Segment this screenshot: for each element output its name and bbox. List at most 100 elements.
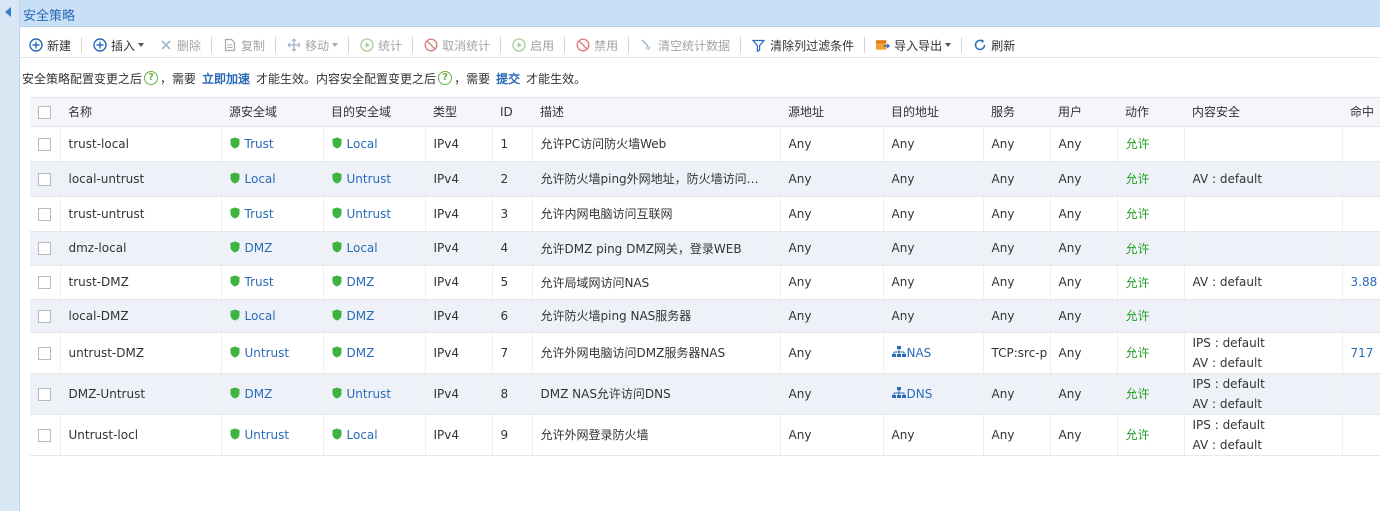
src-zone-cell[interactable]: Local	[221, 161, 324, 197]
copy-button[interactable]: 复制	[218, 34, 269, 56]
row-checkbox[interactable]	[38, 207, 51, 221]
row-select-cell[interactable]	[30, 299, 61, 333]
table-row[interactable]: trust-local Trust Local IPv4 1 允许PC访问防火墙Web An…	[30, 126, 1380, 162]
policy-id: 7	[492, 332, 533, 374]
col-src-zone-header[interactable]: 源安全域	[221, 98, 323, 127]
select-all-checkbox[interactable]	[38, 105, 51, 119]
row-checkbox[interactable]	[38, 309, 51, 323]
table-row[interactable]: local-untrust Local Untrust IPv4 2 允许防火墙ping外…	[30, 161, 1380, 197]
dst-zone-cell[interactable]: DMZ	[323, 299, 426, 333]
content-security-cell: AV : default	[1184, 265, 1343, 300]
enable-button[interactable]: 启用	[507, 34, 558, 56]
col-name-header[interactable]: 名称	[60, 98, 221, 127]
dst-addr: Any	[883, 299, 984, 333]
policy-name[interactable]: trust-untrust	[60, 196, 222, 232]
col-hit-header[interactable]: 命中	[1342, 98, 1380, 127]
table-row[interactable]: trust-DMZ Trust DMZ IPv4 5 允许局域网访问NAS Any Any An…	[30, 265, 1380, 300]
col-dst-zone-header[interactable]: 目的安全域	[323, 98, 425, 127]
row-select-cell[interactable]	[30, 161, 61, 197]
accelerate-now-link[interactable]: 立即加速	[202, 70, 250, 87]
action: 允许	[1117, 299, 1185, 333]
dst-zone-cell[interactable]: Local	[323, 414, 426, 456]
table-row[interactable]: local-DMZ Local DMZ IPv4 6 允许防火墙ping NAS服务器 An…	[30, 299, 1380, 333]
row-checkbox[interactable]	[38, 428, 51, 442]
dst-addr: DNS	[906, 386, 933, 401]
content-security-line: AV : default	[1192, 437, 1263, 452]
dst-zone-cell[interactable]: Untrust	[323, 373, 426, 415]
src-zone-cell[interactable]: Trust	[221, 196, 324, 232]
collapse-arrow-icon[interactable]	[5, 7, 11, 17]
col-desc-header[interactable]: 描述	[532, 98, 780, 127]
table-row[interactable]: DMZ-Untrust DMZ Untrust IPv4 8 DMZ NAS允许访问DNS…	[30, 373, 1380, 415]
refresh-button[interactable]: 刷新	[968, 34, 1019, 56]
policy-name[interactable]: DMZ-Untrust	[60, 373, 222, 415]
src-addr: Any	[780, 332, 884, 374]
dst-zone-cell[interactable]: Local	[323, 126, 426, 162]
move-button[interactable]: 移动	[282, 34, 342, 56]
policy-name[interactable]: Untrust-locl	[60, 414, 222, 456]
table-row[interactable]: Untrust-locl Untrust Local IPv4 9 允许外网登录防火墙 An…	[30, 414, 1380, 456]
col-action-header[interactable]: 动作	[1117, 98, 1184, 127]
table-row[interactable]: dmz-local DMZ Local IPv4 4 允许DMZ ping DMZ网关，登…	[30, 231, 1380, 266]
help-icon[interactable]: ?	[144, 71, 159, 85]
dst-zone-cell[interactable]: DMZ	[323, 332, 426, 374]
src-zone-cell[interactable]: DMZ	[221, 231, 324, 266]
table-row[interactable]: untrust-DMZ Untrust DMZ IPv4 7 允许外网电脑访问DMZ服务器…	[30, 332, 1380, 374]
stats-button[interactable]: 统计	[355, 34, 406, 56]
policy-name[interactable]: trust-local	[60, 126, 222, 162]
row-checkbox[interactable]	[38, 346, 51, 360]
side-collapse-strip[interactable]	[0, 0, 20, 511]
table-row[interactable]: trust-untrust Trust Untrust IPv4 3 允许内网电脑访问互联…	[30, 196, 1380, 232]
policy-name[interactable]: local-untrust	[60, 161, 222, 197]
cancel-stats-button[interactable]: 取消统计	[419, 34, 494, 56]
import-export-button[interactable]: 导入导出	[871, 34, 955, 56]
row-select-cell[interactable]	[30, 231, 61, 266]
row-checkbox[interactable]	[38, 242, 51, 255]
col-user-header[interactable]: 用户	[1050, 98, 1117, 127]
dst-zone-cell[interactable]: Local	[323, 231, 426, 266]
policy-desc: 允许内网电脑访问互联网	[532, 196, 781, 232]
src-zone: Trust	[244, 206, 274, 221]
src-zone-cell[interactable]: DMZ	[221, 373, 324, 415]
row-checkbox[interactable]	[38, 276, 51, 289]
src-zone-cell[interactable]: Trust	[221, 265, 324, 300]
src-zone-cell[interactable]: Local	[221, 299, 324, 333]
col-src-addr-header[interactable]: 源地址	[780, 98, 883, 127]
col-id-header[interactable]: ID	[492, 98, 532, 127]
dst-zone-cell[interactable]: Untrust	[323, 161, 426, 197]
new-button[interactable]: 新建	[24, 34, 75, 56]
col-service-header[interactable]: 服务	[983, 98, 1050, 127]
dst-addr-cell[interactable]: NAS	[883, 332, 984, 374]
row-select-cell[interactable]	[30, 414, 61, 456]
policy-name[interactable]: untrust-DMZ	[60, 332, 222, 374]
col-type-header[interactable]: 类型	[425, 98, 492, 127]
src-zone-cell[interactable]: Untrust	[221, 414, 324, 456]
delete-button[interactable]: 删除	[154, 34, 205, 56]
dst-zone-cell[interactable]: Untrust	[323, 196, 426, 232]
row-select-cell[interactable]	[30, 373, 61, 415]
insert-button[interactable]: 插入	[88, 34, 148, 56]
help-icon[interactable]: ?	[438, 71, 453, 85]
col-content-security-header[interactable]: 内容安全	[1184, 98, 1342, 127]
dst-addr-cell[interactable]: DNS	[883, 373, 984, 415]
src-zone-cell[interactable]: Trust	[221, 126, 324, 162]
policy-name[interactable]: dmz-local	[60, 231, 222, 266]
row-select-cell[interactable]	[30, 196, 61, 232]
service: Any	[983, 265, 1051, 300]
row-select-cell[interactable]	[30, 332, 61, 374]
src-zone-cell[interactable]: Untrust	[221, 332, 324, 374]
dst-zone-cell[interactable]: DMZ	[323, 265, 426, 300]
row-checkbox[interactable]	[38, 387, 51, 401]
row-checkbox[interactable]	[38, 172, 51, 186]
clear-stats-button[interactable]: 清空统计数据	[635, 34, 734, 56]
disable-button[interactable]: 禁用	[571, 34, 622, 56]
policy-name[interactable]: trust-DMZ	[60, 265, 222, 300]
clear-filter-button[interactable]: 清除列过滤条件	[747, 34, 858, 56]
col-dst-addr-header[interactable]: 目的地址	[883, 98, 983, 127]
row-checkbox[interactable]	[38, 137, 51, 151]
row-select-cell[interactable]	[30, 265, 61, 300]
select-all-header[interactable]	[30, 98, 60, 127]
row-select-cell[interactable]	[30, 126, 61, 162]
submit-link[interactable]: 提交	[496, 70, 520, 87]
policy-name[interactable]: local-DMZ	[60, 299, 222, 333]
